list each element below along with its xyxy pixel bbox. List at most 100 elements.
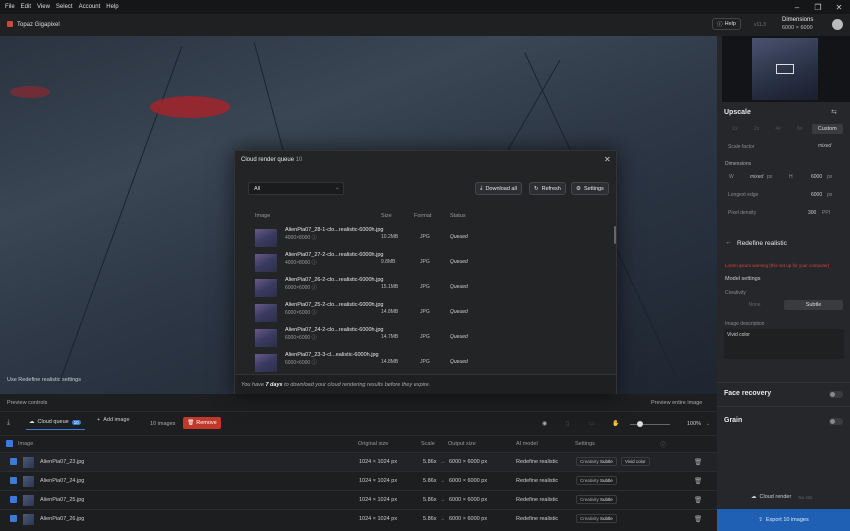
item-resolution: 6000×6000 ⓘ xyxy=(285,285,317,291)
close-icon[interactable]: ✕ xyxy=(604,155,611,164)
menu-account[interactable]: Account xyxy=(79,4,101,10)
table-row[interactable]: AlienPia07_23.jpg 1024 × 1024 px 5.86x →… xyxy=(0,452,717,471)
cloud-render-option[interactable]: ☁ Cloud render No 42s xyxy=(751,494,813,500)
split-view-icon[interactable]: ▯ xyxy=(566,420,569,427)
preview-entire-button[interactable]: Preview entire image xyxy=(651,400,702,406)
navigator[interactable] xyxy=(722,36,850,102)
row-checkbox[interactable] xyxy=(10,458,17,465)
zoom-slider-handle[interactable] xyxy=(637,421,643,427)
info-icon: ⓘ xyxy=(311,335,317,341)
close-window-icon[interactable]: ✕ xyxy=(829,0,849,14)
menu-help[interactable]: Help xyxy=(106,4,118,10)
width-input[interactable]: mixed xyxy=(750,174,763,180)
preset-custom[interactable]: Custom xyxy=(811,124,843,134)
add-image-button[interactable]: + Add image xyxy=(97,417,130,423)
longest-edge-input[interactable]: 6000 xyxy=(811,192,822,198)
item-thumbnail xyxy=(255,304,277,322)
image-description-input[interactable]: Vivid color xyxy=(724,329,844,359)
restore-icon[interactable]: ❐ xyxy=(808,0,828,14)
hand-icon[interactable]: ✋ xyxy=(612,420,619,427)
help-button[interactable]: ⓘ Help xyxy=(712,18,741,30)
collapse-icon[interactable]: ⤓ xyxy=(7,419,10,427)
side-view-icon[interactable]: ▭ xyxy=(589,420,595,427)
minimize-icon[interactable]: – xyxy=(787,0,807,14)
list-item[interactable]: AlienPia07_28-1-clo...realistic-6000h.jp… xyxy=(255,226,610,250)
row-checkbox[interactable] xyxy=(10,477,17,484)
viewport-indicator[interactable] xyxy=(776,64,794,74)
menu-edit[interactable]: Edit xyxy=(21,4,31,10)
row-thumbnail xyxy=(23,457,34,468)
list-item[interactable]: AlienPia07_23-3-cl...ealistic-6000h.jpg … xyxy=(255,351,610,374)
scale-factor-value[interactable]: mixed xyxy=(818,143,831,149)
row-ai-model: Redefine realistic xyxy=(516,478,559,484)
list-item[interactable]: AlienPia07_25-2-clo...realistic-6000h.jp… xyxy=(255,301,610,325)
avatar[interactable] xyxy=(832,19,843,30)
trash-icon[interactable]: 🗑 xyxy=(694,515,702,523)
divider xyxy=(0,411,717,412)
app-name: Topaz Gigapixel xyxy=(17,22,60,28)
cloud-icon: ☁ xyxy=(751,494,757,500)
trash-icon[interactable]: 🗑 xyxy=(694,458,702,466)
cloud-queue-tab[interactable]: ☁ Cloud queue 10 xyxy=(26,415,85,430)
remove-button[interactable]: 🗑 Remove xyxy=(183,417,221,429)
settings-button[interactable]: ⚙ Settings xyxy=(571,182,609,195)
row-setting-tag: Creativity Subtle xyxy=(576,495,617,504)
item-name: AlienPia07_25-2-clo...realistic-6000h.jp… xyxy=(285,302,384,308)
item-thumbnail xyxy=(255,329,277,347)
item-status: Queued xyxy=(450,284,468,290)
chevron-down-icon[interactable]: ⌄ xyxy=(706,421,710,427)
creativity-subtle[interactable]: Subtle xyxy=(784,300,843,310)
width-unit[interactable]: px xyxy=(767,174,772,180)
row-checkbox[interactable] xyxy=(10,515,17,522)
width-label: W xyxy=(729,174,734,180)
trash-icon[interactable]: 🗑 xyxy=(694,477,702,485)
bottom-panel: Preview controls Preview entire image ⤓ … xyxy=(0,394,717,531)
download-all-button[interactable]: ⤓ Download all xyxy=(475,182,522,195)
list-item[interactable]: AlienPia07_26-2-clo...realistic-6000h.jp… xyxy=(255,276,610,300)
table-row[interactable]: AlienPia07_26.jpg 1024 × 1024 px 5.86x →… xyxy=(0,509,717,528)
trash-icon[interactable]: 🗑 xyxy=(694,496,702,504)
preset-6x[interactable]: 6x xyxy=(790,124,810,134)
back-arrow-icon[interactable]: ← xyxy=(725,239,732,246)
scrollbar[interactable] xyxy=(614,226,616,244)
filter-select[interactable]: All ⌄ xyxy=(248,182,344,195)
menu-file[interactable]: File xyxy=(5,4,15,10)
table-row[interactable]: AlienPia07_25.jpg 1024 × 1024 px 5.86x →… xyxy=(0,490,717,509)
table-row[interactable]: AlienPia07_24.jpg 1024 × 1024 px 5.86x →… xyxy=(0,471,717,490)
row-thumbnail xyxy=(23,476,34,487)
row-setting-tag: Creativity Subtle xyxy=(576,514,617,523)
list-item[interactable]: AlienPia07_27-2-clo...realistic-6000h.jp… xyxy=(255,251,610,275)
menu-view[interactable]: View xyxy=(37,4,50,10)
face-recovery-toggle[interactable] xyxy=(829,391,843,398)
eye-icon[interactable]: ◉ xyxy=(542,420,547,427)
item-name: AlienPia07_27-2-clo...realistic-6000h.jp… xyxy=(285,252,384,258)
item-resolution: 6000×6000 ⓘ xyxy=(285,360,317,366)
row-checkbox[interactable] xyxy=(10,496,17,503)
item-size: 15.1MB xyxy=(381,284,399,290)
select-all-checkbox[interactable] xyxy=(6,440,13,447)
preset-1x[interactable]: 1x xyxy=(725,124,745,134)
refresh-button[interactable]: ↻ Refresh xyxy=(529,182,566,195)
creativity-none[interactable]: None xyxy=(725,300,784,310)
pixel-density-input[interactable]: 300 xyxy=(808,210,816,216)
row-output-size: 6000 × 6000 px xyxy=(449,516,488,522)
preset-4x[interactable]: 4x xyxy=(768,124,788,134)
info-icon[interactable]: ⓘ xyxy=(660,440,666,449)
zoom-slider[interactable] xyxy=(630,424,670,425)
export-button[interactable]: ⇪ Export 10 images xyxy=(717,509,850,531)
filter-value: All xyxy=(254,186,261,192)
list-item[interactable]: AlienPia07_24-2-clo...realistic-6000h.jp… xyxy=(255,326,610,350)
preset-2x[interactable]: 2x xyxy=(747,124,767,134)
height-input[interactable]: 6000 xyxy=(811,174,822,180)
height-unit[interactable]: px xyxy=(827,174,832,180)
pixel-density-unit[interactable]: PPI xyxy=(822,210,830,216)
grain-toggle[interactable] xyxy=(829,418,843,425)
menu-select[interactable]: Select xyxy=(56,4,73,10)
zoom-level[interactable]: 100% xyxy=(687,421,701,427)
row-setting-tag: Creativity Subtle xyxy=(576,476,617,485)
col-scale: Scale xyxy=(421,441,435,447)
export-icon: ⇪ xyxy=(758,517,763,523)
compare-icon[interactable]: ⇆ xyxy=(831,108,837,116)
row-setting-tag: Vivid color xyxy=(621,457,650,466)
longest-edge-unit[interactable]: px xyxy=(827,192,832,198)
